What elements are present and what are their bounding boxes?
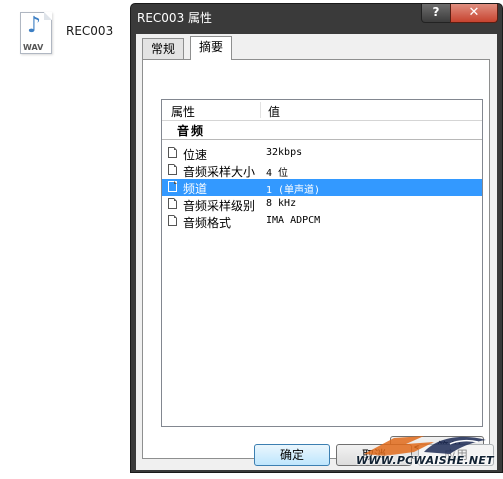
group-label-audio: 音频 [177, 124, 206, 138]
property-value: 4 位 [266, 168, 289, 179]
property-value: 32kbps [266, 147, 303, 158]
list-item[interactable]: 位速 32kbps [162, 145, 482, 162]
document-icon [168, 181, 177, 192]
cancel-button[interactable]: 取消 [336, 444, 412, 466]
dialog-client-area: 常规 摘要 属性 值 音频 位速 32kbps 音频采样大小 4 位 频道 1 … [136, 34, 497, 470]
list-item-selected[interactable]: 频道 1 (单声道) [162, 179, 482, 196]
property-name: 位速 [183, 148, 208, 162]
document-icon [168, 215, 177, 226]
property-value: IMA ADPCM [266, 215, 321, 226]
apply-button[interactable]: 应用 [418, 444, 494, 466]
file-ext-label: WAV [23, 43, 44, 52]
property-name: 音频采样级别 [183, 199, 256, 213]
music-note-icon: ♪ [27, 13, 42, 38]
property-value: 8 kHz [266, 198, 297, 209]
file-name-label[interactable]: REC003 [66, 24, 113, 38]
document-icon [168, 198, 177, 209]
property-value: 1 (单声道) [266, 185, 321, 196]
list-item[interactable]: 音频采样大小 4 位 [162, 162, 482, 179]
titlebar[interactable]: REC003 属性 ? ✕ [131, 4, 502, 30]
ok-button[interactable]: 确定 [254, 444, 330, 466]
list-item[interactable]: 音频采样级别 8 kHz [162, 196, 482, 213]
document-icon [168, 164, 177, 175]
dialog-title: REC003 属性 [137, 11, 213, 25]
property-name: 音频格式 [183, 216, 232, 230]
tab-general[interactable]: 常规 [142, 38, 185, 59]
document-icon [168, 147, 177, 158]
list-header: 属性 值 [162, 100, 482, 121]
column-header-value[interactable]: 值 [268, 103, 280, 120]
column-separator[interactable] [260, 102, 261, 118]
property-name: 频道 [183, 182, 208, 196]
property-name: 音频采样大小 [183, 165, 256, 179]
list-item[interactable]: 音频格式 IMA ADPCM [162, 213, 482, 230]
tab-summary[interactable]: 摘要 [190, 36, 233, 60]
close-button[interactable]: ✕ [450, 4, 498, 23]
wav-file-icon[interactable]: ♪ WAV [20, 12, 52, 54]
page-fold [44, 12, 52, 20]
group-divider [162, 139, 482, 140]
property-list[interactable]: 属性 值 音频 位速 32kbps 音频采样大小 4 位 频道 1 (单声道) … [161, 99, 483, 427]
column-header-property[interactable]: 属性 [171, 103, 195, 120]
summary-tab-panel: 属性 值 音频 位速 32kbps 音频采样大小 4 位 频道 1 (单声道) … [142, 59, 490, 459]
help-button[interactable]: ? [421, 4, 451, 23]
properties-dialog: REC003 属性 ? ✕ 常规 摘要 属性 值 音频 位速 32kbps 音频… [130, 3, 503, 473]
